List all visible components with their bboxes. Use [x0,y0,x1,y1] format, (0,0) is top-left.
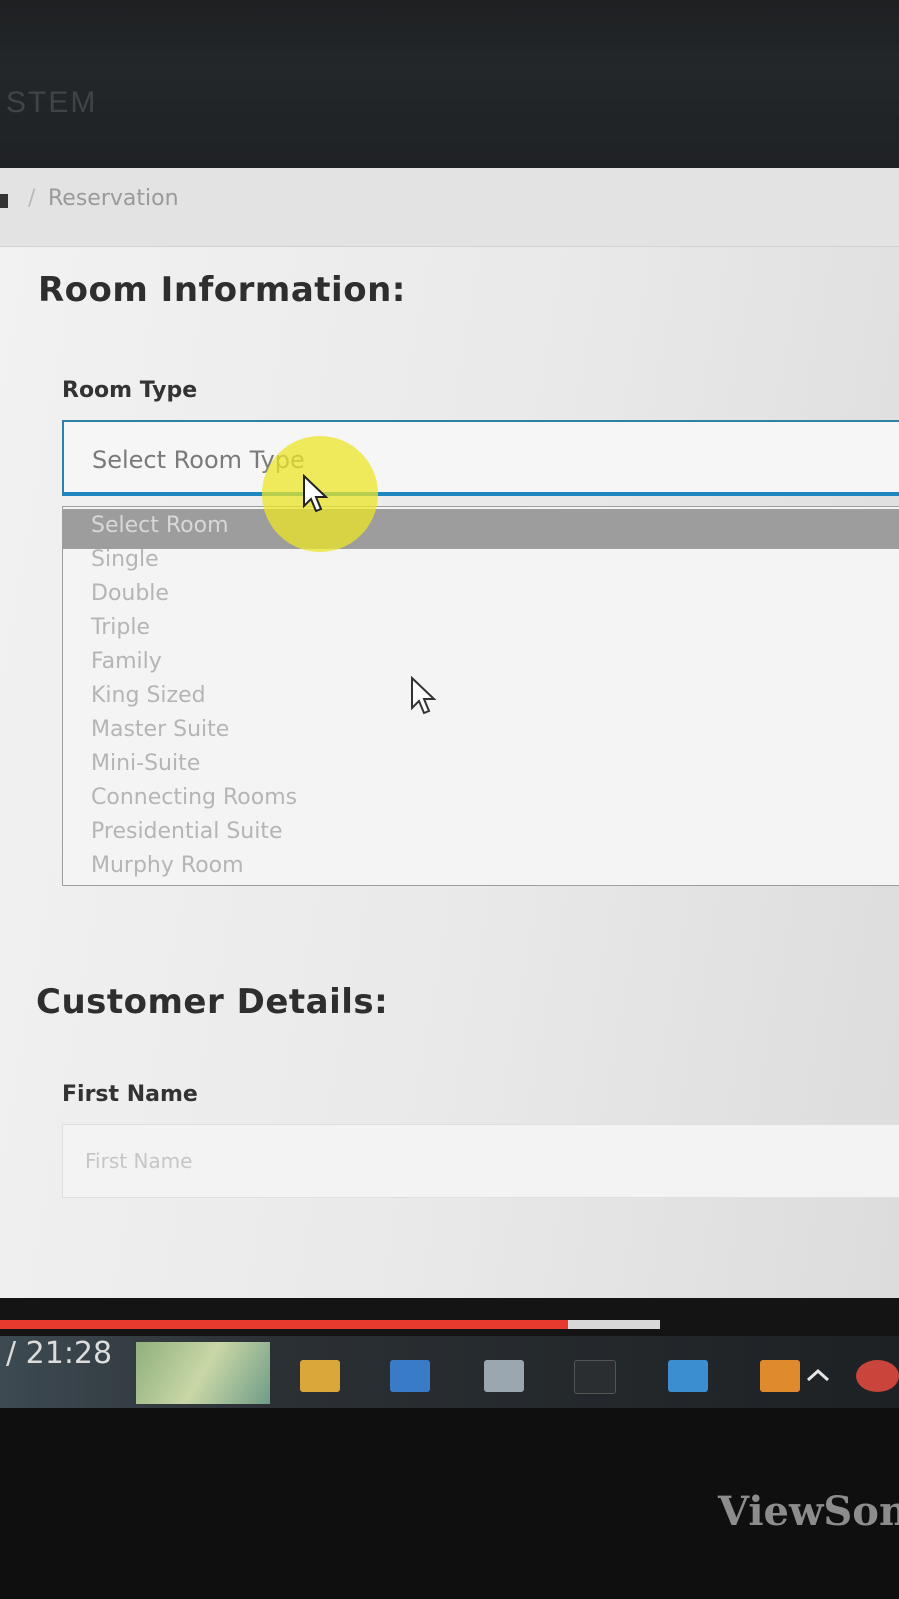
dropdown-option-single[interactable]: Single [91,547,159,572]
app-title: STEM [6,86,98,119]
monitor-icon[interactable] [668,1360,708,1392]
dropdown-option-master-suite[interactable]: Master Suite [91,717,229,742]
dropdown-option-triple[interactable]: Triple [91,615,150,640]
folder-icon[interactable] [300,1360,340,1392]
dropdown-option-double[interactable]: Double [91,581,169,606]
cloud-icon[interactable] [484,1360,524,1392]
monitor-bezel: ViewSon [0,1408,899,1599]
chevron-up-icon[interactable] [806,1368,830,1384]
video-progress-fill [0,1320,568,1329]
first-name-input[interactable]: First Name [62,1124,899,1198]
chrome-icon[interactable] [856,1360,899,1392]
dropdown-option-murphy-room[interactable]: Murphy Room [91,853,244,878]
mouse-cursor-icon [303,474,329,513]
room-type-label: Room Type [62,378,198,403]
first-name-label: First Name [62,1082,198,1107]
breadcrumb-separator: / [28,186,36,211]
mouse-cursor-icon-secondary [411,676,437,715]
dropdown-option-mini-suite[interactable]: Mini-Suite [91,751,200,776]
breadcrumb: / Reservation [0,168,899,247]
app-header: STEM [0,0,899,168]
room-type-select[interactable]: Select Room Type [62,420,899,496]
room-information-title: Room Information: [38,270,406,310]
home-icon[interactable] [0,194,8,208]
app-icon[interactable] [760,1360,800,1392]
reservation-page: / Reservation Room Information: Room Typ… [0,168,899,1298]
dropdown-option-king-sized[interactable]: King Sized [91,683,206,708]
store-icon[interactable] [390,1360,430,1392]
customer-details-title: Customer Details: [36,982,389,1022]
dropdown-option-presidential-suite[interactable]: Presidential Suite [91,819,283,844]
terminal-icon[interactable] [574,1360,616,1394]
breadcrumb-current: Reservation [48,186,179,211]
dropdown-option-family[interactable]: Family [91,649,162,674]
dropdown-option-select-room[interactable]: Select Room [91,513,229,538]
room-type-dropdown-list[interactable]: Select Room Single Double Triple Family … [62,506,899,886]
video-time-display: / 21:28 [6,1336,113,1371]
first-name-placeholder: First Name [85,1149,193,1173]
video-progress-bar[interactable] [0,1320,660,1329]
monitor-brand: ViewSon [718,1488,899,1535]
video-thumbnail[interactable] [136,1342,270,1404]
dropdown-option-connecting-rooms[interactable]: Connecting Rooms [91,785,297,810]
